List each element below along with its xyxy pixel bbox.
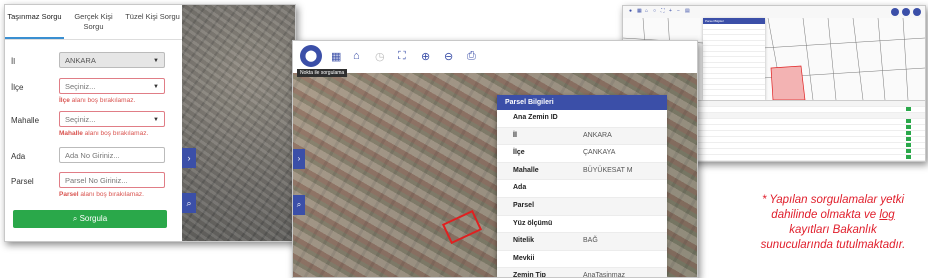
query-button[interactable]: ⌕ Sorgula xyxy=(13,210,167,228)
info-row: Yüz ölçümü xyxy=(497,216,667,234)
tab-company-query[interactable]: Tüzel Kişi Sorgu xyxy=(123,5,182,39)
zoom-in-icon[interactable]: ⊕ xyxy=(421,50,430,63)
info-row: Mevkii xyxy=(497,251,667,269)
province-label: İl xyxy=(11,57,15,66)
parcel-info-panel: Parsel Bilgileri Ana Zemin ID İl ANKARA İ… xyxy=(497,95,667,277)
info-row: Zemin Tip AnaTasinmaz xyxy=(497,268,667,277)
user-icon[interactable] xyxy=(891,8,899,16)
parcel-input[interactable]: Parsel No Giriniz... xyxy=(59,172,165,188)
search-icon: ⌕ xyxy=(296,200,302,209)
fullscreen-icon[interactable]: ⛶ xyxy=(398,50,406,63)
query-tabs: Taşınmaz Sorgu Gerçek Kişi Sorgu Tüzel K… xyxy=(5,5,182,40)
zoom-in-icon[interactable]: + xyxy=(669,8,672,14)
fullscreen-icon[interactable]: ⛶ xyxy=(661,8,665,14)
expand-arrow-button[interactable]: › xyxy=(182,148,196,168)
query-button-label: Sorgula xyxy=(79,214,108,223)
query-form-screenshot: Taşınmaz Sorgu Gerçek Kişi Sorgu Tüzel K… xyxy=(4,4,296,242)
block-label: Ada xyxy=(11,152,26,161)
tab-person-query[interactable]: Gerçek Kişi Sorgu xyxy=(64,5,123,39)
satellite-map[interactable] xyxy=(182,5,295,241)
map-toolbar: ⬤ ▦ ⌂ ◷ ⛶ ⊕ ⊖ ⎙ xyxy=(293,41,697,74)
district-select[interactable]: Seçiniz... ▼ xyxy=(59,78,165,94)
row-action-button[interactable] xyxy=(906,155,911,159)
search-toggle-button[interactable]: ⌕ xyxy=(182,193,196,213)
parcel-info-panel: Parsel Bilgileri xyxy=(703,18,765,107)
search-icon: ⌕ xyxy=(186,198,192,208)
history-icon[interactable]: ◷ xyxy=(375,50,385,63)
panel-title: Parsel Bilgileri xyxy=(497,95,667,110)
print-icon[interactable]: ⎙ xyxy=(467,50,476,63)
search-toggle-button[interactable]: ⌕ xyxy=(293,195,305,215)
district-error: İlçe alanı boş bırakılamaz. xyxy=(59,97,136,104)
search-icon: ⌕ xyxy=(72,214,78,223)
home-icon[interactable]: ⌂ xyxy=(353,50,360,62)
row-action-button[interactable] xyxy=(906,107,911,111)
block-placeholder: Ada No Giriniz... xyxy=(65,151,120,160)
settings-icon[interactable] xyxy=(902,8,910,16)
zoom-out-icon[interactable]: − xyxy=(677,8,680,14)
map-icon[interactable]: ▦ xyxy=(637,8,642,14)
info-row: Ana Zemin ID xyxy=(497,110,667,128)
location-pin-icon[interactable]: ● xyxy=(629,8,632,14)
row-action-button[interactable] xyxy=(906,119,911,123)
province-select[interactable]: ANKARA ▼ xyxy=(59,52,165,68)
info-row: İl ANKARA xyxy=(497,127,667,146)
map-icon[interactable]: ▦ xyxy=(331,50,341,63)
home-icon[interactable]: ⌂ xyxy=(645,8,648,14)
district-placeholder: Seçiniz... xyxy=(65,82,96,91)
selected-parcel-outline[interactable] xyxy=(441,209,483,245)
tab-property-query[interactable]: Taşınmaz Sorgu xyxy=(5,5,64,39)
logging-note: * Yapılan sorgulamalar yetki dahilinde o… xyxy=(760,194,906,251)
info-row: Mahalle BÜYÜKESAT M xyxy=(497,162,667,181)
row-action-button[interactable] xyxy=(906,131,911,135)
parcel-map-screenshot: ⬤ ▦ ⌂ ◷ ⛶ ⊕ ⊖ ⎙ Nokta ile sorgulama › ⌕ … xyxy=(292,40,698,278)
row-action-button[interactable] xyxy=(906,149,911,153)
info-row: Parsel xyxy=(497,197,667,216)
expand-arrow-button[interactable]: › xyxy=(293,149,305,169)
row-action-button[interactable] xyxy=(906,143,911,147)
parcel-error: Parsel alanı boş bırakılamaz. xyxy=(59,191,144,198)
neighborhood-select[interactable]: Seçiniz... ▼ xyxy=(59,111,165,127)
neighborhood-error: Mahalle alanı boş bırakılamaz. xyxy=(59,130,149,137)
info-row: Ada xyxy=(497,180,667,198)
block-input[interactable]: Ada No Giriniz... xyxy=(59,147,165,163)
query-panel: Taşınmaz Sorgu Gerçek Kişi Sorgu Tüzel K… xyxy=(5,5,182,241)
info-row: Nitelik BAĞ xyxy=(497,233,667,251)
neighborhood-placeholder: Seçiniz... xyxy=(65,115,96,124)
info-row: İlçe ÇANKAYA xyxy=(497,145,667,163)
chevron-right-icon: › xyxy=(187,153,191,163)
logout-icon[interactable] xyxy=(913,8,921,16)
parcel-placeholder: Parsel No Giriniz... xyxy=(65,176,128,185)
chevron-right-icon: › xyxy=(297,154,301,163)
zoom-out-icon[interactable]: ⊖ xyxy=(444,50,453,63)
row-action-button[interactable] xyxy=(906,125,911,129)
point-query-badge: Nokta ile sorgulama xyxy=(297,69,348,77)
parcel-label: Parsel xyxy=(11,177,34,186)
chevron-down-icon: ▼ xyxy=(153,117,159,123)
history-icon[interactable]: ○ xyxy=(653,8,656,14)
neighborhood-label: Mahalle xyxy=(11,116,40,125)
chevron-down-icon: ▼ xyxy=(153,58,159,64)
chevron-down-icon: ▼ xyxy=(153,84,159,90)
row-action-button[interactable] xyxy=(906,137,911,141)
location-pin-icon[interactable]: ⬤ xyxy=(300,45,322,67)
print-icon[interactable]: ▤ xyxy=(685,8,690,14)
district-label: İlçe xyxy=(11,83,24,92)
row-action-button[interactable] xyxy=(906,161,911,162)
province-value: ANKARA xyxy=(65,56,96,65)
